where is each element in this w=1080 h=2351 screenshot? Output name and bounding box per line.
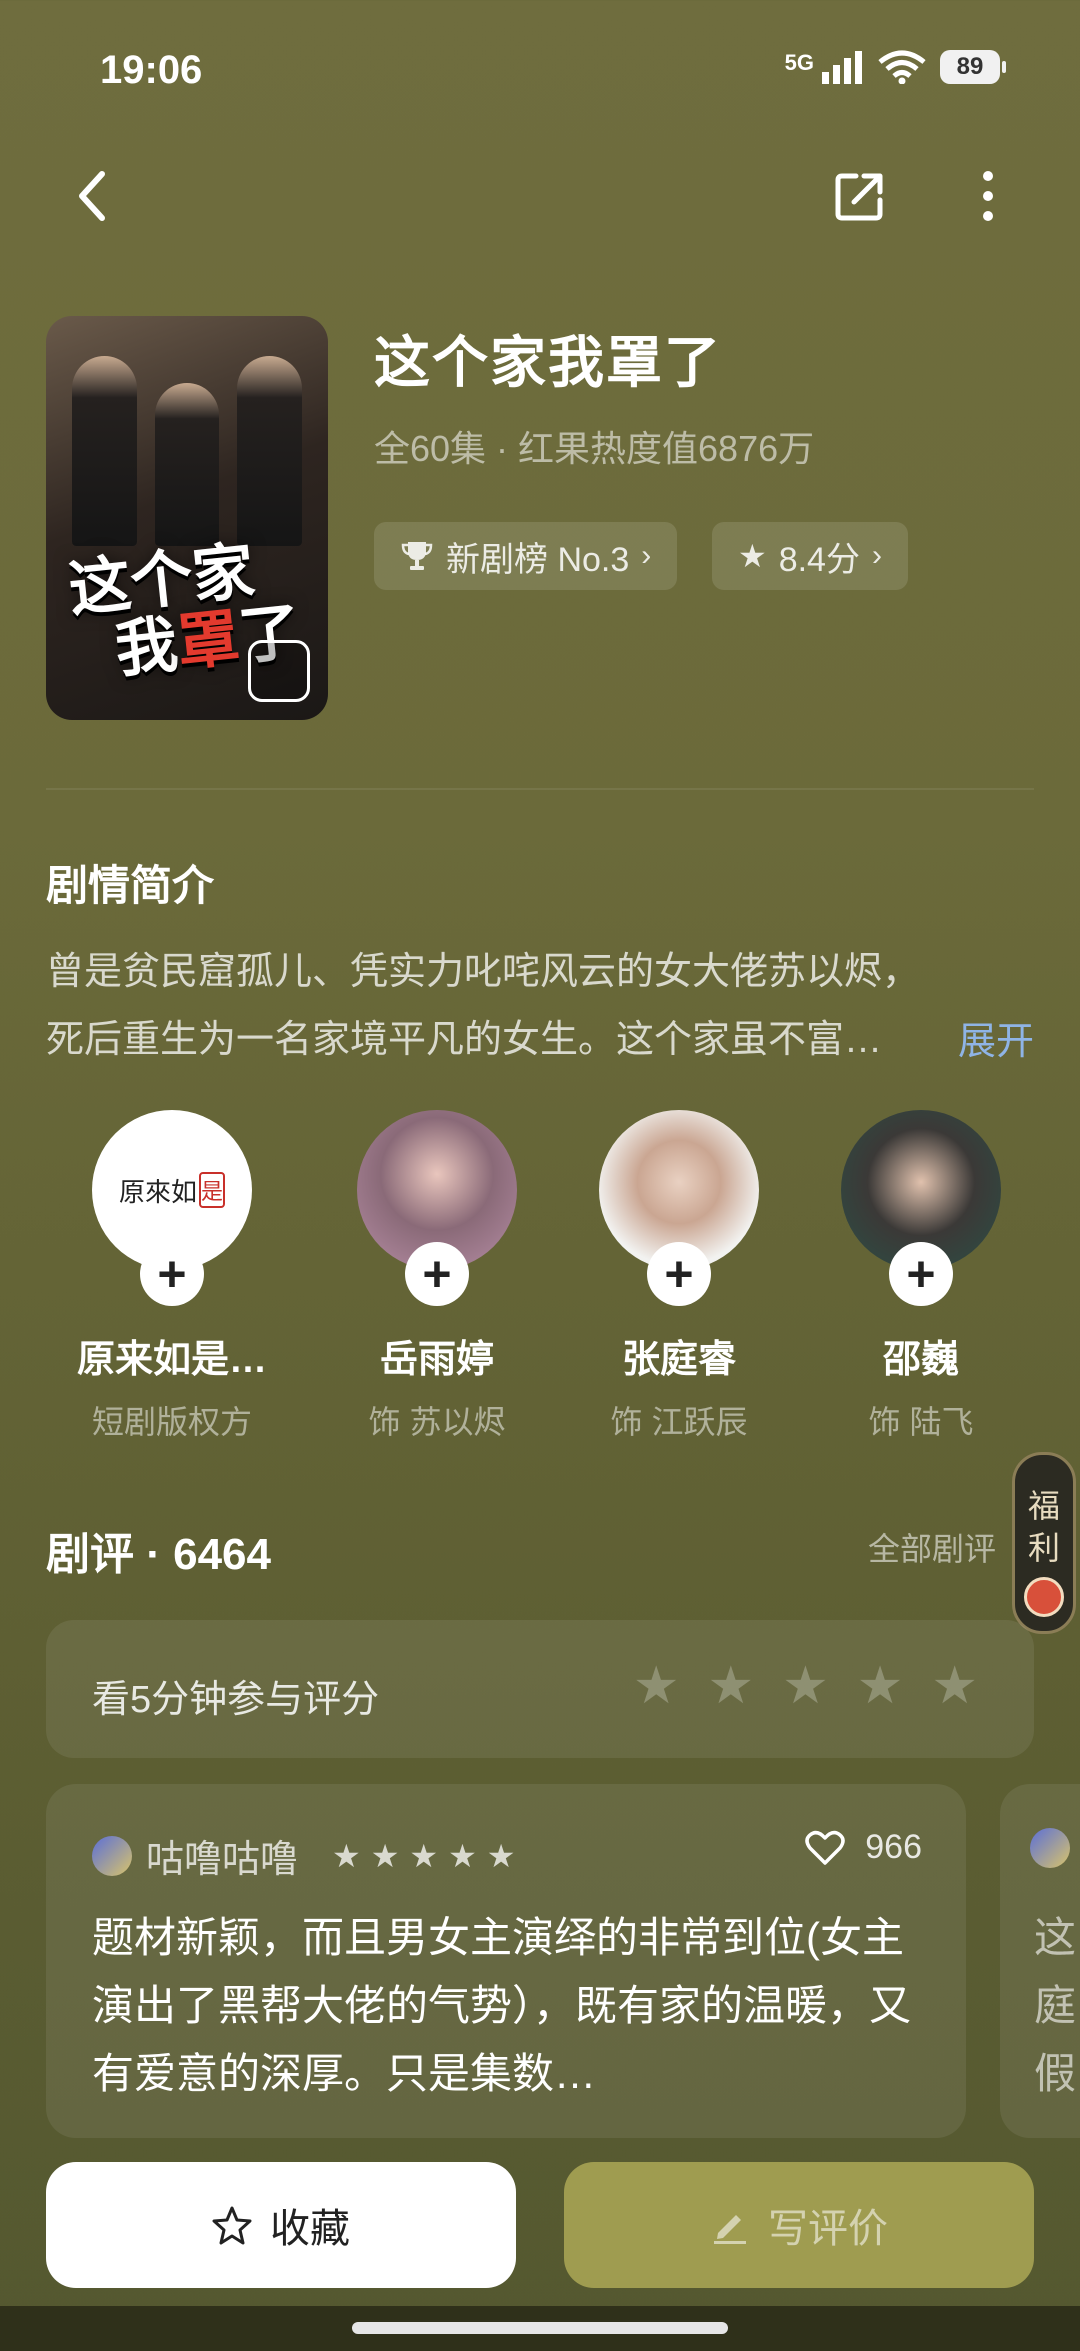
status-icons: 5G 89: [784, 50, 1006, 84]
network-label: 5G: [784, 50, 814, 75]
star-icon[interactable]: ★: [857, 1660, 904, 1712]
score-chip[interactable]: ★ 8.4分 ›: [712, 522, 908, 590]
score-label: 8.4分: [778, 540, 860, 579]
star-icon[interactable]: ★: [633, 1660, 680, 1712]
divider: [46, 788, 1034, 790]
avatar: +: [841, 1110, 1001, 1306]
expand-link[interactable]: 展开: [958, 1010, 1034, 1065]
star-icon[interactable]: ★: [782, 1660, 829, 1712]
cast-item-copyright[interactable]: 原來如 是 + 原来如是… 短剧版权方: [57, 1110, 287, 1443]
home-indicator[interactable]: [352, 2322, 728, 2334]
welfare-floating-tab[interactable]: 福 利: [1012, 1452, 1076, 1634]
cast-item-actor[interactable]: + 邵巍 饰 陆飞: [806, 1110, 1036, 1443]
synopsis-heading: 剧情简介: [46, 862, 215, 909]
gallery-icon[interactable]: [248, 640, 310, 702]
star-icon: ★: [409, 1837, 439, 1874]
chevron-right-icon: ›: [641, 539, 652, 572]
more-vertical-icon: [983, 171, 993, 221]
avatar: +: [599, 1110, 759, 1306]
back-button[interactable]: [56, 160, 128, 232]
rating-prompt-box[interactable]: 看5分钟参与评分 ★ ★ ★ ★ ★: [46, 1620, 1034, 1758]
cast-name: 张庭睿: [621, 1339, 736, 1381]
star-icon: ★: [448, 1837, 477, 1874]
review-card[interactable]: 咕噜咕噜 ★ ★ ★ ★ ★ 966 题材新颖，而且男女主演绎的非常到位(女主演出了黑帮…: [46, 1784, 966, 2138]
share-button[interactable]: [824, 160, 896, 232]
star-icon: ★: [486, 1837, 516, 1874]
follow-plus-button[interactable]: +: [405, 1242, 469, 1306]
trophy-icon: [401, 542, 433, 570]
cast-role: 饰 苏以烬: [368, 1404, 506, 1440]
all-reviews-link[interactable]: 全部剧评: [868, 1524, 996, 1570]
write-review-label: 写评价: [768, 2207, 888, 2251]
follow-plus-button[interactable]: +: [647, 1242, 711, 1306]
signal-icon: [822, 51, 862, 84]
collect-label: 收藏: [270, 2207, 350, 2251]
avatar: +: [357, 1110, 517, 1306]
star-icon[interactable]: ★: [708, 1660, 755, 1712]
review-card-next[interactable]: 这庭假: [1000, 1784, 1080, 2138]
avatar: [1030, 1828, 1070, 1868]
pen-icon: [714, 2215, 746, 2244]
synopsis-text: 曾是贫民窟孤儿、凭实力叱咤风云的女大佬苏以烬，死后重生为一名家境平凡的女生。这个…: [46, 951, 921, 1061]
cast-name: 岳雨婷: [379, 1339, 494, 1381]
avatar: [92, 1835, 132, 1876]
star-icon[interactable]: ★: [931, 1660, 978, 1712]
show-poster[interactable]: 这个家 我罩了: [46, 316, 328, 720]
share-icon: [835, 173, 883, 221]
cast-item-actor[interactable]: + 岳雨婷 饰 苏以烬: [322, 1110, 552, 1443]
like-button[interactable]: 966: [805, 1828, 922, 1867]
back-arrow-icon: [79, 171, 105, 221]
rank-label: 新剧榜 No.3: [446, 540, 630, 579]
review-rating: ★ ★ ★ ★ ★: [332, 1840, 515, 1872]
status-time: 19:06: [100, 48, 203, 92]
reviews-heading: 剧评 · 6464: [46, 1530, 271, 1579]
more-button[interactable]: [952, 160, 1024, 232]
star-icon: ★: [332, 1837, 361, 1874]
heart-icon: [805, 1830, 846, 1865]
cast-role: 饰 陆飞: [868, 1404, 974, 1440]
battery-indicator: 89: [940, 50, 1006, 84]
review-username: 咕噜咕噜: [146, 1839, 299, 1881]
avatar: 原來如 是 +: [92, 1110, 252, 1306]
rank-chip[interactable]: 新剧榜 No.3 ›: [374, 522, 678, 590]
cast-role: 饰 江跃辰: [610, 1404, 748, 1440]
rating-prompt-text: 看5分钟参与评分: [92, 1679, 380, 1721]
review-text: 题材新颖，而且男女主演绎的非常到位(女主演出了黑帮大佬的气势），既有家的温暖，又…: [92, 1914, 912, 2097]
write-review-button[interactable]: 写评价: [564, 2162, 1034, 2288]
cast-name: 原来如是…: [76, 1339, 267, 1381]
cast-item-actor[interactable]: + 张庭睿 饰 江跃辰: [564, 1110, 794, 1443]
rating-stars[interactable]: ★ ★ ★ ★ ★: [633, 1660, 978, 1712]
cast-name: 邵巍: [882, 1339, 959, 1381]
star-icon: ★: [738, 538, 767, 574]
star-outline-icon: [212, 2206, 252, 2245]
gift-icon: [1024, 1577, 1064, 1617]
show-title: 这个家我罩了: [374, 331, 722, 394]
show-meta: 全60集 · 红果热度值6876万: [374, 428, 815, 469]
follow-plus-button[interactable]: +: [140, 1242, 204, 1306]
like-count: 966: [865, 1828, 922, 1866]
star-icon: ★: [370, 1837, 400, 1874]
cast-role: 短剧版权方: [91, 1404, 252, 1440]
chevron-right-icon: ›: [871, 539, 882, 572]
follow-plus-button[interactable]: +: [889, 1242, 953, 1306]
wifi-icon: [878, 50, 926, 84]
poster-cast-art: [72, 356, 303, 546]
collect-button[interactable]: 收藏: [46, 2162, 516, 2288]
